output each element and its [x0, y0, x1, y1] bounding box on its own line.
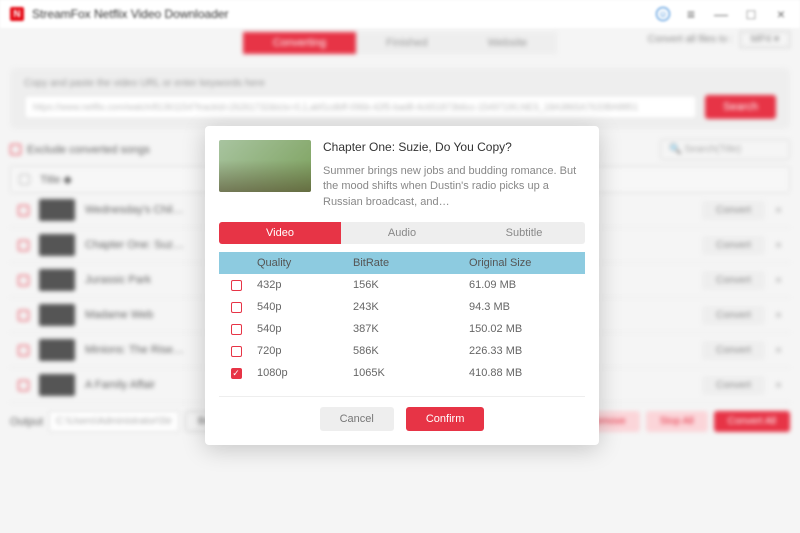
output-label: Output — [10, 416, 43, 428]
confirm-button[interactable]: Confirm — [406, 407, 485, 431]
url-hint: Copy and paste the video URL or enter ke… — [24, 78, 776, 89]
maximize-icon[interactable]: □ — [742, 5, 760, 23]
quality-select-modal: Chapter One: Suzie, Do You Copy? Summer … — [205, 126, 599, 445]
quality-row[interactable]: 540p 387K 150.02 MB — [219, 318, 585, 340]
bitrate-value: 1065K — [353, 367, 469, 379]
bitrate-value: 243K — [353, 301, 469, 313]
row-remove-icon[interactable]: × — [775, 203, 782, 217]
episode-thumbnail — [219, 140, 311, 192]
exclude-checkbox[interactable] — [10, 144, 21, 155]
quality-row[interactable]: 432p 156K 61.09 MB — [219, 274, 585, 296]
tab-audio[interactable]: Audio — [341, 222, 463, 244]
row-checkbox[interactable] — [18, 310, 29, 321]
row-thumbnail — [39, 199, 75, 221]
row-remove-icon[interactable]: × — [775, 378, 782, 392]
quality-checkbox[interactable] — [231, 324, 242, 335]
row-thumbnail — [39, 374, 75, 396]
row-checkbox[interactable] — [18, 275, 29, 286]
modal-actions: Cancel Confirm — [219, 407, 585, 431]
quality-table-header: Quality BitRate Original Size — [219, 252, 585, 274]
row-checkbox[interactable] — [18, 345, 29, 356]
convert-all-button[interactable]: Convert All — [714, 411, 790, 432]
tab-website[interactable]: Website — [458, 32, 558, 54]
tab-video[interactable]: Video — [219, 222, 341, 244]
quality-checkbox[interactable] — [231, 280, 242, 291]
close-icon[interactable]: × — [772, 5, 790, 23]
row-convert-button[interactable]: Convert — [702, 376, 765, 395]
row-convert-button[interactable]: Convert — [702, 271, 765, 290]
row-thumbnail — [39, 269, 75, 291]
row-thumbnail — [39, 234, 75, 256]
row-convert-button[interactable]: Convert — [702, 201, 765, 220]
output-path-input[interactable] — [49, 411, 179, 432]
row-remove-icon[interactable]: × — [775, 308, 782, 322]
row-convert-button[interactable]: Convert — [702, 306, 765, 325]
size-value: 150.02 MB — [469, 323, 585, 335]
size-value: 61.09 MB — [469, 279, 585, 291]
search-button[interactable]: Search — [705, 95, 776, 119]
convert-all-select[interactable]: MP4 ▾ — [740, 31, 790, 48]
quality-row[interactable]: 1080p 1065K 410.88 MB — [219, 362, 585, 384]
quality-checkbox[interactable] — [231, 346, 242, 357]
convert-all-label: Convert all files to : — [648, 34, 733, 45]
quality-row[interactable]: 720p 586K 226.33 MB — [219, 340, 585, 362]
episode-description: Summer brings new jobs and budding roman… — [323, 164, 585, 210]
quality-value: 432p — [253, 279, 353, 291]
episode-title: Chapter One: Suzie, Do You Copy? — [323, 140, 585, 154]
tab-finished[interactable]: Finished — [356, 32, 458, 54]
size-value: 94.3 MB — [469, 301, 585, 313]
row-thumbnail — [39, 304, 75, 326]
row-checkbox[interactable] — [18, 205, 29, 216]
cancel-button[interactable]: Cancel — [320, 407, 394, 431]
title-search-input[interactable]: 🔍 Search(Title) — [660, 139, 790, 160]
quality-value: 1080p — [253, 367, 353, 379]
bitrate-value: 586K — [353, 345, 469, 357]
account-icon[interactable]: ☺ — [656, 7, 670, 21]
row-checkbox[interactable] — [18, 240, 29, 251]
app-title: StreamFox Netflix Video Downloader — [32, 7, 229, 21]
row-remove-icon[interactable]: × — [775, 343, 782, 357]
tab-subtitle[interactable]: Subtitle — [463, 222, 585, 244]
select-all-checkbox[interactable] — [19, 174, 30, 185]
title-column-header[interactable]: Title ◆ — [40, 173, 72, 186]
convert-all-format: Convert all files to : MP4 ▾ — [648, 34, 790, 45]
size-value: 410.88 MB — [469, 367, 585, 379]
stop-all-button[interactable]: Stop All — [646, 411, 708, 432]
quality-header: Quality — [253, 257, 353, 269]
quality-checkbox[interactable] — [231, 302, 242, 313]
row-thumbnail — [39, 339, 75, 361]
row-checkbox[interactable] — [18, 380, 29, 391]
url-search-panel: Copy and paste the video URL or enter ke… — [10, 68, 790, 129]
row-convert-button[interactable]: Convert — [702, 236, 765, 255]
bitrate-value: 156K — [353, 279, 469, 291]
size-header: Original Size — [469, 257, 585, 269]
minimize-icon[interactable]: — — [712, 5, 730, 23]
app-logo-icon: N — [10, 7, 24, 21]
bitrate-value: 387K — [353, 323, 469, 335]
menu-icon[interactable]: ≡ — [682, 5, 700, 23]
quality-value: 540p — [253, 323, 353, 335]
quality-value: 720p — [253, 345, 353, 357]
row-remove-icon[interactable]: × — [775, 273, 782, 287]
quality-value: 540p — [253, 301, 353, 313]
bitrate-header: BitRate — [353, 257, 469, 269]
titlebar: N StreamFox Netflix Video Downloader ☺ ≡… — [0, 0, 800, 28]
quality-checkbox[interactable] — [231, 368, 242, 379]
size-value: 226.33 MB — [469, 345, 585, 357]
tab-converting[interactable]: Converting — [243, 32, 356, 54]
quality-row[interactable]: 540p 243K 94.3 MB — [219, 296, 585, 318]
url-input[interactable] — [24, 95, 697, 119]
modal-tabs: Video Audio Subtitle — [219, 222, 585, 244]
row-remove-icon[interactable]: × — [775, 238, 782, 252]
row-convert-button[interactable]: Convert — [702, 341, 765, 360]
exclude-label: Exclude converted songs — [27, 144, 150, 156]
